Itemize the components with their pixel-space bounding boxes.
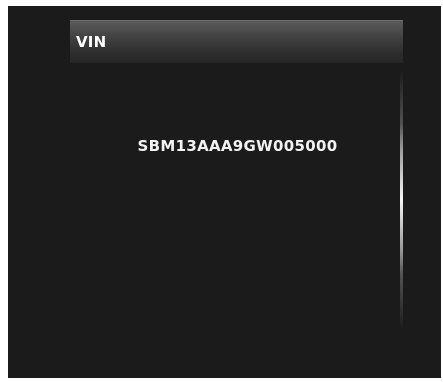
vin-value: SBM13AAA9GW005000 <box>137 137 338 155</box>
vin-screen: VIN SBM13AAA9GW005000 <box>8 6 441 378</box>
scrollbar-thumb[interactable] <box>400 124 403 274</box>
page-title: VIN <box>76 33 107 51</box>
title-bar: VIN <box>70 20 403 63</box>
